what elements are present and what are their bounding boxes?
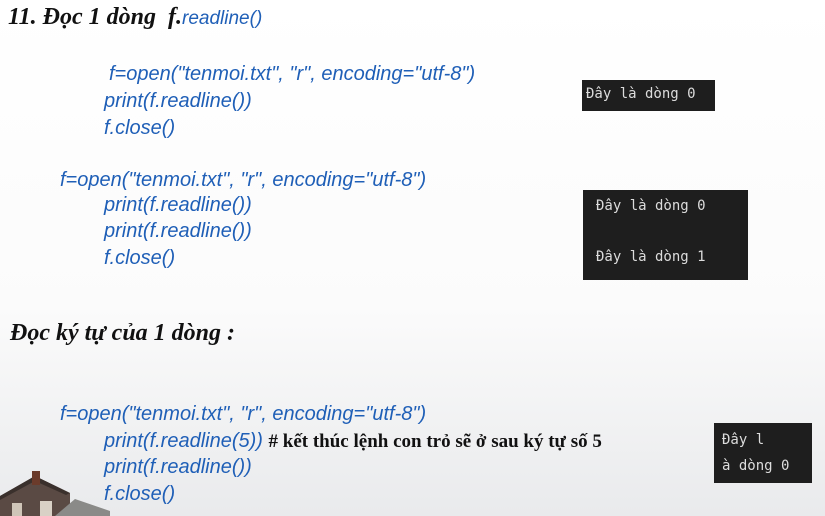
code-line: print(f.readline()) [104,456,252,478]
code-line: f.close() [104,117,176,139]
code-text: print(f.readline(5)) [104,430,263,452]
code-line: print(f.readline()) [104,90,252,112]
house-image [0,471,110,516]
code-line: print(f.readline()) [104,220,252,242]
code-line: f=open("tenmoi.txt", "r", encoding="utf-… [60,169,427,191]
code-line-with-comment: print(f.readline(5)) # kết thúc lệnh con… [104,430,602,453]
terminal-output: Đây là dòng 0 Đây là dòng 1 [583,190,748,280]
code-comment: # kết thúc lệnh con trỏ sẽ ở sau ký tự s… [268,431,602,452]
code-line: f.close() [104,247,176,269]
output-line: Đây là dòng 1 [596,249,706,265]
terminal-output: Đây l à dòng 0 [714,423,812,483]
output-line: Đây là dòng 0 [596,198,706,214]
title-method: readline() [182,8,263,29]
section-title-readline: 11. Đọc 1 dòng f.readline() [8,4,262,31]
terminal-output: Đây là dòng 0 [582,80,715,111]
section-title-read-chars: Đọc ký tự của 1 dòng : [10,320,236,346]
title-prefix: 11. Đọc 1 dòng [8,4,157,30]
code-line: f=open("tenmoi.txt", "r", encoding="utf-… [60,403,427,425]
code-line: print(f.readline()) [104,194,252,216]
code-line: f=open("tenmoi.txt", "r", encoding="utf-… [109,63,476,85]
title-object: f. [168,4,183,30]
output-line: à dòng 0 [722,458,790,474]
output-line: Đây l [722,432,765,448]
output-line: Đây là dòng 0 [586,86,696,102]
